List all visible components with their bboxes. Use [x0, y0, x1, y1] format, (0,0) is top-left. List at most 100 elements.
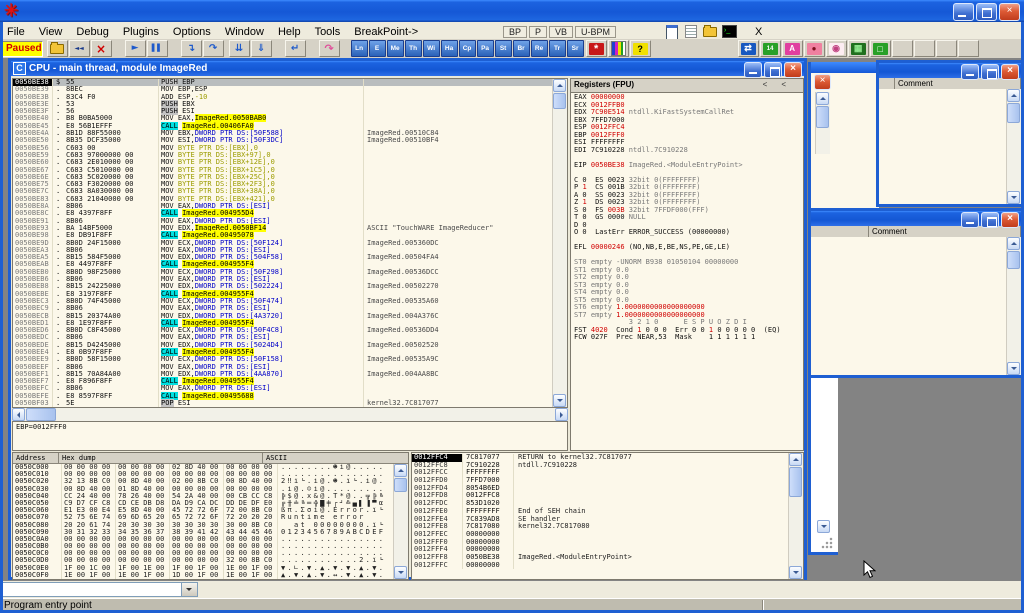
pane-button-st[interactable]: St	[495, 40, 512, 57]
close-module-icon[interactable]: ×	[91, 40, 112, 57]
scroll-up-icon[interactable]	[789, 453, 802, 466]
register-line[interactable]: EDI 7C910228 ntdll.7C910228	[571, 147, 803, 155]
scroll-down-icon[interactable]	[789, 566, 802, 579]
register-line[interactable]: EIP 0050BE38 ImageRed.<ModuleEntryPoint>	[571, 162, 803, 170]
window-top-right[interactable]: × Comment	[876, 60, 1024, 207]
scroll-down-icon[interactable]	[553, 394, 566, 407]
pane-button-re[interactable]: Re	[531, 40, 548, 57]
registers-header[interactable]: Registers (FPU) <<	[571, 79, 803, 93]
pane-button-cp[interactable]: Cp	[459, 40, 476, 57]
plugin-spiral-button[interactable]: ◉	[826, 40, 847, 57]
register-line[interactable]: EFL 00000246 (NO,NB,E,BE,NS,PE,GE,LE)	[571, 244, 803, 252]
register-line[interactable]: O 0 LastErr ERROR_SUCCESS (00000000)	[571, 229, 803, 237]
step-into-button[interactable]: ↴	[181, 40, 202, 57]
scroll-thumb[interactable]	[394, 478, 407, 492]
dump-vertical-scrollbar[interactable]	[393, 464, 408, 579]
step-over-button[interactable]: ↷	[203, 40, 224, 57]
menu-button-p[interactable]: P	[529, 26, 547, 38]
window-middle-right[interactable]: × Comment	[808, 208, 1024, 378]
disasm-row[interactable]: 0050BEC3.8B0D 74F45000MOV ECX,DWORD PTR …	[13, 298, 553, 305]
pane-button-br[interactable]: Br	[513, 40, 530, 57]
window-top-right-titlebar[interactable]: ×	[879, 63, 1021, 78]
scroll-up-icon[interactable]	[1007, 89, 1020, 102]
goto-button[interactable]: ↷	[319, 40, 340, 57]
options-gear-button[interactable]: *	[586, 40, 607, 57]
pause-button[interactable]: ▌▌	[147, 40, 168, 57]
scroll-down-icon[interactable]	[1007, 191, 1020, 204]
minimize-button[interactable]	[961, 64, 979, 80]
stack-vertical-scrollbar[interactable]	[788, 453, 803, 579]
empty-button-1[interactable]	[892, 40, 913, 57]
folder-icon[interactable]	[702, 24, 717, 38]
restore-button[interactable]	[976, 3, 997, 21]
disasm-row[interactable]: 0050BF03.5EPOP ESIkernel32.7C817077	[13, 400, 553, 407]
pane-button-ln[interactable]: Ln	[351, 40, 368, 57]
plugin-a-button[interactable]: A	[782, 40, 803, 57]
close-button[interactable]: ×	[784, 62, 802, 78]
restore-button[interactable]	[764, 62, 782, 78]
pane-button-th[interactable]: Th	[405, 40, 422, 57]
cpu-titlebar[interactable]: C CPU - main thread, module ImageRed ×	[11, 61, 804, 76]
column-header-blank[interactable]	[811, 226, 869, 237]
dump-header-ascii[interactable]: ASCII	[263, 453, 408, 463]
fragment-close-button[interactable]: ×	[814, 74, 831, 90]
scroll-up-icon[interactable]	[816, 92, 829, 105]
swap-panes-button[interactable]: ⇄	[738, 40, 759, 57]
plugin-14-button[interactable]: 14	[760, 40, 781, 57]
pane-button-ha[interactable]: Ha	[441, 40, 458, 57]
menu-item-plugins[interactable]: Plugins	[116, 24, 166, 38]
register-line[interactable]: T 0 GS 0000 NULL	[571, 214, 803, 222]
pane-button-pa[interactable]: Pa	[477, 40, 494, 57]
empty-button-4[interactable]	[958, 40, 979, 57]
disasm-row[interactable]: 0050BEF7.E8 F896F8FFCALL ImageRed.004955…	[13, 378, 553, 385]
menu-close-x[interactable]: X	[748, 24, 769, 38]
restore-button[interactable]	[981, 64, 999, 80]
scroll-thumb[interactable]	[1007, 251, 1020, 269]
animate-over-button[interactable]: ⇓	[251, 40, 272, 57]
scroll-right-icon[interactable]	[555, 408, 568, 421]
command-combobox[interactable]	[2, 582, 198, 597]
scroll-down-icon[interactable]	[817, 520, 830, 533]
minimize-button[interactable]	[744, 62, 762, 78]
dump-header-hex[interactable]: Hex dump	[59, 453, 263, 463]
scroll-left-icon[interactable]	[12, 408, 25, 421]
pane-button-me[interactable]: Me	[387, 40, 404, 57]
disasm-row[interactable]: 0050BE9D.8B0D 24F15000MOV ECX,DWORD PTR …	[13, 240, 553, 247]
scroll-up-icon[interactable]	[553, 79, 566, 92]
empty-button-3[interactable]	[936, 40, 957, 57]
vertical-scrollbar[interactable]	[1006, 237, 1021, 375]
column-header-blank[interactable]	[879, 78, 895, 89]
empty-button-2[interactable]	[914, 40, 935, 57]
appearance-button[interactable]	[608, 40, 629, 57]
open-file-button[interactable]	[47, 40, 68, 57]
menu-item-file[interactable]: File	[0, 24, 32, 38]
help-button[interactable]: ?	[630, 40, 651, 57]
scroll-thumb[interactable]	[816, 106, 829, 128]
plugin-mat-button[interactable]: ▦	[848, 40, 869, 57]
minimize-button[interactable]	[953, 3, 974, 21]
disasm-row[interactable]: 0050BEE9.8B0D 58F15000MOV ECX,DWORD PTR …	[13, 356, 553, 363]
dump-header-address[interactable]: Address	[13, 453, 59, 463]
fragment-scrollbar[interactable]	[815, 92, 830, 154]
execute-till-return-button[interactable]: ↵	[285, 40, 306, 57]
document-icon[interactable]	[683, 24, 698, 38]
main-titlebar[interactable]: ✳ ×	[0, 0, 1024, 22]
terminal-icon[interactable]: ›_	[721, 24, 736, 38]
notepad-icon[interactable]	[664, 24, 679, 38]
scroll-thumb[interactable]	[26, 408, 56, 421]
pane-button-e[interactable]: E	[369, 40, 386, 57]
menu-item-help[interactable]: Help	[271, 24, 308, 38]
restore-button[interactable]	[981, 212, 999, 228]
vertical-scrollbar[interactable]	[1006, 89, 1021, 204]
resize-grip[interactable]	[820, 536, 833, 549]
scroll-up-icon[interactable]	[394, 464, 407, 477]
register-line[interactable]: FCW 027F Prec NEAR,53 Mask 1 1 1 1 1 1	[571, 334, 803, 342]
menu-button-vb[interactable]: VB	[549, 26, 573, 38]
scroll-thumb[interactable]	[1007, 103, 1020, 123]
disasm-horizontal-scrollbar[interactable]	[12, 408, 568, 421]
minimize-button[interactable]	[961, 212, 979, 228]
menu-item-view[interactable]: View	[32, 24, 70, 38]
go-back-icon[interactable]: ◄◄	[69, 40, 90, 57]
menu-item-window[interactable]: Window	[218, 24, 271, 38]
disasm-vertical-scrollbar[interactable]	[552, 79, 567, 407]
